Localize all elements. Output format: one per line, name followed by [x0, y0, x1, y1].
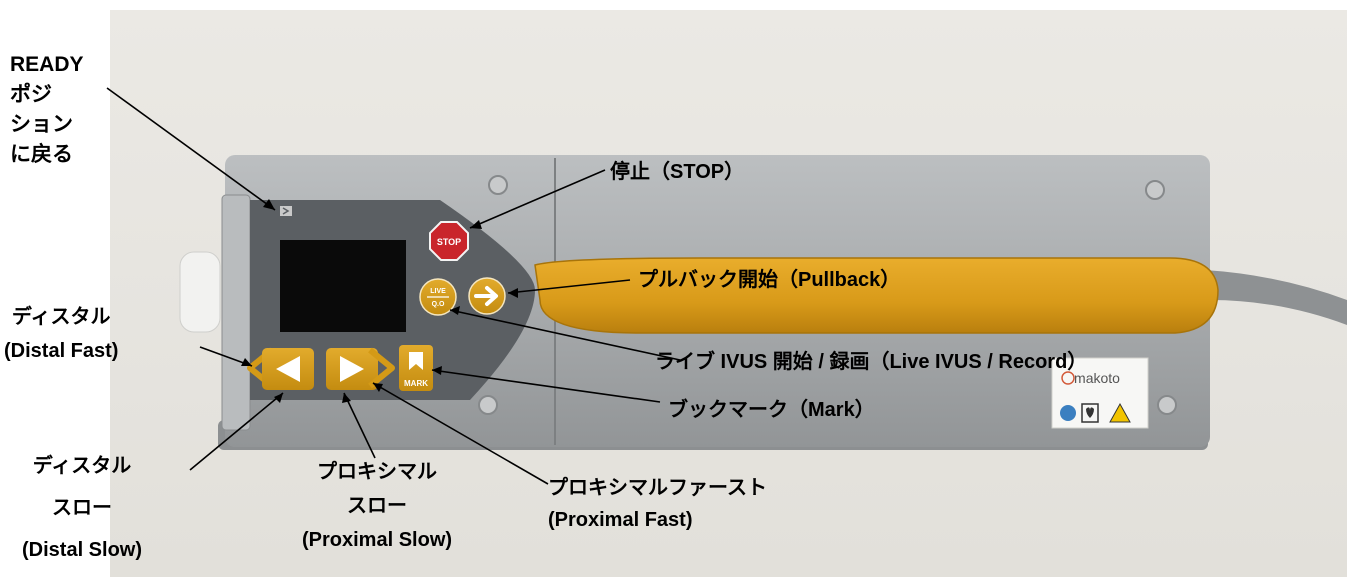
label-proximal-fast: プロキシマルファースト (Proximal Fast)	[548, 472, 767, 536]
label-distal-fast: ディスタル (Distal Fast)	[4, 300, 118, 368]
label-live-record: ライブ IVUS 開始 / 録画（Live IVUS / Record）	[655, 351, 1088, 373]
live-record-button[interactable]	[419, 278, 457, 316]
mark-button[interactable]	[399, 345, 433, 391]
label-stop: 停止（STOP）	[610, 161, 745, 183]
label-distal-fast-line-2: (Distal Fast)	[4, 340, 119, 362]
label-ready-line-4: に戻る	[10, 143, 73, 166]
label-proximal-slow: プロキシマル スロー (Proximal Slow)	[302, 455, 452, 557]
pullback-button[interactable]	[468, 277, 506, 315]
stop-button[interactable]	[429, 221, 469, 261]
label-ready-line-3: ション	[10, 113, 73, 136]
stop-icon	[429, 221, 469, 261]
label-distal-slow-line-3: (Distal Slow)	[22, 539, 143, 561]
label-ready-line-1: READY	[10, 53, 84, 76]
label-proximal-fast-line-1: プロキシマルファースト	[548, 477, 767, 499]
label-ready-line-2: ポジ	[10, 83, 52, 106]
label-proximal-slow-line-2: スロー	[347, 495, 408, 517]
label-bookmark: ブックマーク（Mark）	[668, 399, 875, 421]
label-proximal-slow-line-1: プロキシマル	[317, 461, 438, 483]
label-distal-slow-line-2: スロー	[52, 497, 112, 519]
label-pullback: プルバック開始（Pullback）	[638, 269, 901, 291]
label-ready: READY ポジ ション に戻る	[10, 50, 84, 170]
label-proximal-slow-line-3: (Proximal Slow)	[302, 529, 453, 551]
label-distal-fast-line-1: ディスタル	[11, 306, 111, 328]
label-distal-slow-line-1: ディスタル	[32, 455, 132, 477]
label-proximal-fast-line-2: (Proximal Fast)	[548, 509, 693, 531]
label-distal-slow: ディスタル スロー (Distal Slow)	[22, 445, 142, 571]
